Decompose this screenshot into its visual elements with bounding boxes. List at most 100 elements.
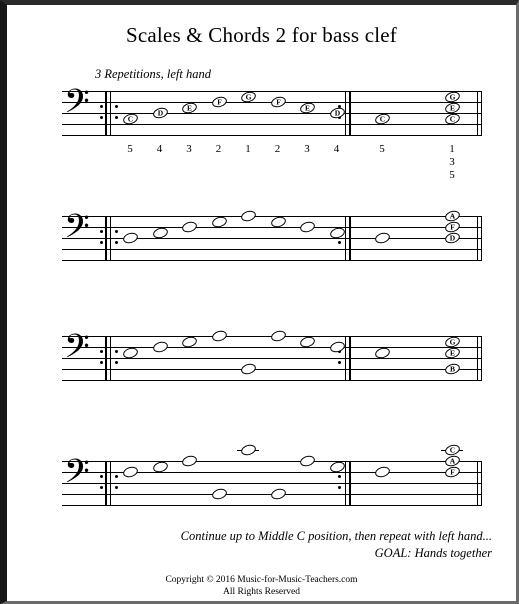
barline [345,91,346,136]
chord-note: A [443,209,462,223]
note-letter-label: A [449,211,456,221]
staff-line [62,260,482,261]
note-letter-label: C [449,445,456,455]
bass-clef-icon: 𝄢 [64,328,90,374]
barline [110,461,111,506]
repeat-dot [115,116,118,119]
copyright-line-2: All Rights Reserved [222,587,301,597]
barline [481,461,482,506]
note-letter-label: G [245,91,252,101]
note-letter-label: G [449,336,456,346]
repeat-dot [115,105,118,108]
scale-note: F [210,95,228,109]
barline [345,336,346,381]
chord-note: F [443,465,462,479]
note-letter-label: C [449,113,456,123]
fingering-number: 2 [274,143,281,155]
chord-note: C [443,443,462,457]
staff-line [62,461,482,462]
barline [349,461,351,506]
staff-line [62,358,482,359]
repeat-dot [100,475,103,478]
repeat-dot [115,486,118,489]
fingering-number: 2 [215,143,222,155]
subtitle-repetitions: 3 Repetitions, left hand [95,67,211,81]
bass-clef-icon: 𝄢 [64,453,90,499]
barline [481,216,482,261]
note-letter-label: G [449,91,456,101]
sheet-music-page: Scales & Chords 2 for bass clef 3 Repeti… [0,0,519,604]
footnote-line-2: GOAL: Hands together [374,546,492,560]
barline [110,91,111,136]
barline [477,216,478,261]
note-letter-label: F [450,467,455,477]
staff-line [62,124,482,125]
scale-note [121,465,140,479]
barline [349,336,351,381]
barline [110,216,111,261]
note-letter-label: D [449,233,456,243]
repeat-dot [338,475,341,478]
repeat-dot [338,361,341,364]
staff-line [62,113,482,114]
staff-system-4: 𝄢 F A C [62,443,482,506]
staff-line [62,505,482,506]
scale-note [239,209,258,223]
scale-note: F [269,95,287,109]
repeat-dot [100,350,103,353]
repeat-dot [100,361,103,364]
bass-clef-icon: 𝄢 [64,208,90,254]
chord-note: B [443,362,462,376]
barline [110,336,111,381]
scale-note [180,454,199,468]
scale-note [298,220,317,234]
note-letter-label: F [275,97,281,107]
repeat-dot [338,486,341,489]
staff-system-3: 𝄢 E G B [62,329,482,381]
bass-clef-icon: 𝄢 [64,83,90,129]
chord-note: D [443,231,462,245]
barline [349,216,351,261]
sheet-canvas: Scales & Chords 2 for bass clef 3 Repeti… [7,5,516,601]
tonic-note [373,231,392,245]
barline [477,91,478,136]
scale-note [121,231,140,245]
scale-note [210,487,228,501]
barline [349,91,351,136]
barline [105,336,107,381]
note-letter-label: C [127,113,134,123]
scale-note [298,454,317,468]
note-letter-label: A [449,456,456,466]
chord-fingering-stack: 135 [449,143,455,181]
repeat-dot [100,486,103,489]
repeat-dot [100,105,103,108]
copyright-line-1: Copyright © 2016 Music-for-Music-Teacher… [165,575,358,585]
fingering-number: 3 [304,143,310,155]
page-title: Scales & Chords 2 for bass clef [126,23,397,47]
scale-note [239,362,258,376]
repeat-dot [115,230,118,233]
repeat-dot [100,230,103,233]
fingering-number: 1 [245,143,251,155]
staff-line [62,91,482,92]
scale-note [210,329,228,343]
scale-note [239,443,258,457]
staff-system-2: 𝄢 D F A [62,209,482,261]
note-letter-label: F [216,97,222,107]
barline [477,461,478,506]
staff-line [62,216,482,217]
note-letter-label: E [304,102,310,112]
barline [105,91,107,136]
note-letter-label: B [449,364,455,374]
note-letter-label: C [379,113,386,123]
scale-note: D [151,106,169,120]
repeat-dot [115,361,118,364]
scale-note [328,340,346,354]
barline [477,336,478,381]
scale-note: D [328,106,346,120]
repeat-dot [115,475,118,478]
chord-note: F [443,220,462,234]
fingering-number: 5 [379,143,385,155]
note-letter-label: D [157,108,163,118]
barline [105,461,107,506]
